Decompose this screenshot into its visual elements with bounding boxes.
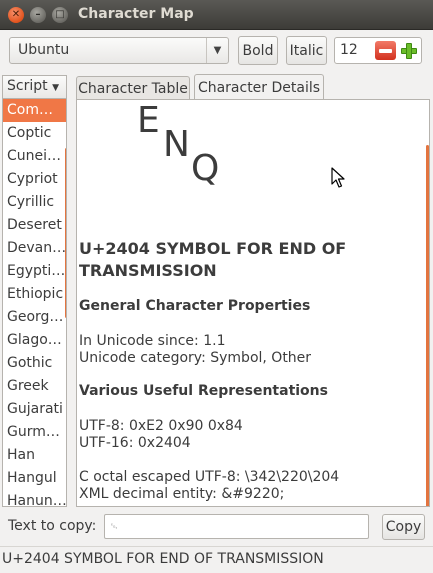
script-item-common[interactable]: Com…	[3, 99, 66, 122]
c-octal-text: C octal escaped UTF-8: \342\220\204	[79, 469, 340, 485]
script-item-cuneiform[interactable]: Cunei…	[3, 145, 66, 168]
script-item-han[interactable]: Han	[3, 444, 66, 467]
mouse-pointer-icon	[331, 167, 345, 188]
script-item-hanunoo[interactable]: Hanun…	[3, 490, 66, 506]
script-item-glagolitic[interactable]: Glago…	[3, 329, 66, 352]
script-item-deseret[interactable]: Deseret	[3, 214, 66, 237]
general-properties-title: General Character Properties	[79, 298, 311, 314]
script-item-ethiopic[interactable]: Ethiopic	[3, 283, 66, 306]
title-bar: ✕ – □ Character Map	[0, 0, 433, 30]
utf16-text: UTF-16: 0x2404	[79, 435, 191, 451]
tab-character-table[interactable]: Character Table	[76, 76, 190, 100]
italic-button[interactable]: Italic	[286, 36, 327, 65]
utf8-text: UTF-8: 0xE2 0x90 0x84	[79, 418, 243, 434]
chevron-down-icon[interactable]: ▼	[206, 38, 228, 63]
font-size-value[interactable]: 12	[340, 42, 358, 58]
xml-decimal-text: XML decimal entity: &#9220;	[79, 486, 285, 502]
script-column-header[interactable]: Script ▼	[2, 75, 67, 99]
tab-character-details[interactable]: Character Details	[194, 74, 324, 100]
copy-button[interactable]: Copy	[382, 514, 425, 540]
representations-title: Various Useful Representations	[79, 383, 328, 399]
text-to-copy-label: Text to copy:	[8, 518, 97, 534]
glyph-letter: Q	[191, 148, 220, 189]
glyph-letter: N	[163, 124, 190, 165]
script-item-devanagari[interactable]: Devan…	[3, 237, 66, 260]
character-name-heading: U+2404 SYMBOL FOR END OF TRANSMISSION	[79, 239, 347, 280]
window-title: Character Map	[78, 6, 194, 22]
decrease-size-icon[interactable]	[375, 41, 396, 60]
minimize-icon[interactable]: –	[30, 7, 46, 23]
glyph-letter: E	[137, 100, 160, 141]
script-item-coptic[interactable]: Coptic	[3, 122, 66, 145]
script-item-egyptian[interactable]: Egypti…	[3, 260, 66, 283]
script-list-scrollbar[interactable]	[65, 148, 66, 318]
unicode-since-text: In Unicode since: 1.1	[79, 333, 226, 349]
script-item-hangul[interactable]: Hangul	[3, 467, 66, 490]
unicode-category-text: Unicode category: Symbol, Other	[79, 350, 312, 366]
character-glyph-preview: E N Q	[77, 100, 277, 210]
maximize-icon[interactable]: □	[52, 7, 68, 23]
sort-down-icon: ▼	[52, 83, 59, 93]
script-item-gothic[interactable]: Gothic	[3, 352, 66, 375]
script-item-gurmukhi[interactable]: Gurm…	[3, 421, 66, 444]
script-item-gujarati[interactable]: Gujarati	[3, 398, 66, 421]
font-family-combo[interactable]: Ubuntu ▼	[9, 37, 229, 64]
script-item-cyrillic[interactable]: Cyrillic	[3, 191, 66, 214]
font-family-value: Ubuntu	[18, 42, 70, 58]
status-bar: U+2404 SYMBOL FOR END OF TRANSMISSION	[0, 546, 433, 573]
text-to-copy-input[interactable]: ␄	[104, 514, 369, 539]
script-item-greek[interactable]: Greek	[3, 375, 66, 398]
details-scrollbar[interactable]	[426, 145, 429, 506]
script-list[interactable]: Com… Coptic Cunei… Cypriot Cyrillic Dese…	[2, 99, 67, 507]
close-icon[interactable]: ✕	[8, 7, 24, 23]
status-text: U+2404 SYMBOL FOR END OF TRANSMISSION	[2, 551, 324, 567]
script-item-georgian[interactable]: Georg…	[3, 306, 66, 329]
script-header-label: Script	[7, 78, 48, 94]
character-details-pane: E N Q U+2404 SYMBOL FOR END OF TRANSMISS…	[76, 99, 430, 507]
font-size-spinner[interactable]: 12	[334, 37, 422, 64]
script-item-cypriot[interactable]: Cypriot	[3, 168, 66, 191]
bold-button[interactable]: Bold	[238, 36, 278, 65]
increase-size-icon[interactable]	[398, 41, 419, 60]
